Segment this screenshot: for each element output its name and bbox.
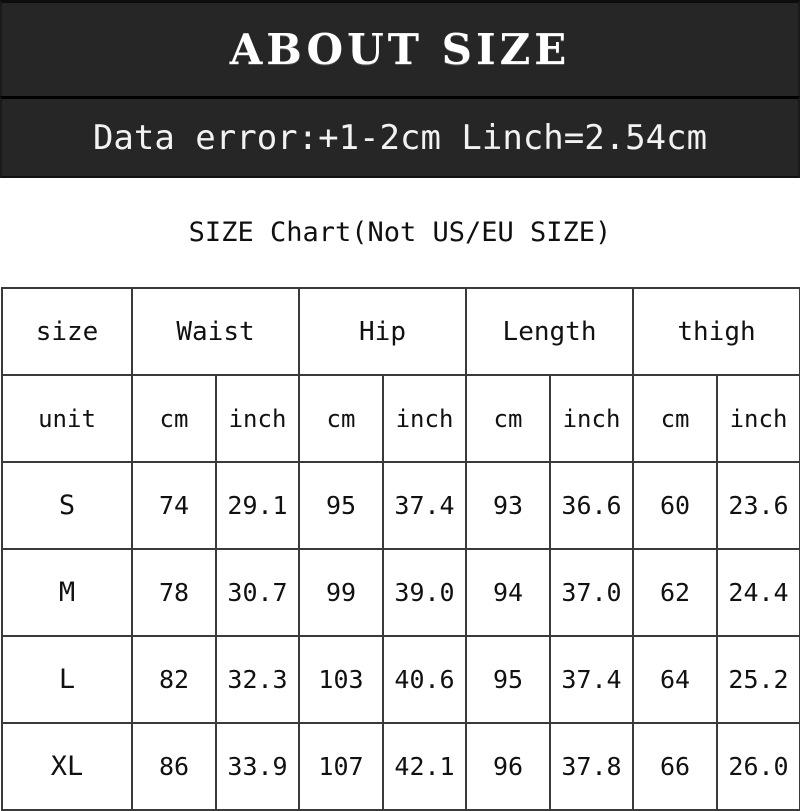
cell-waist-cm: 78 <box>131 548 217 637</box>
cell-waist-inch: 32.3 <box>215 635 300 724</box>
about-size-banner: ABOUT SIZE <box>0 0 800 96</box>
row-size-label: XL <box>1 722 133 811</box>
table-row: L 82 32.3 103 40.6 95 37.4 64 25.2 <box>1 635 800 724</box>
cell-hip-inch: 39.0 <box>382 548 467 637</box>
cell-hip-inch: 37.4 <box>382 461 467 550</box>
cell-waist-inch: 29.1 <box>215 461 300 550</box>
cell-length-cm: 94 <box>465 548 551 637</box>
cell-hip-inch: 40.6 <box>382 635 467 724</box>
table-header-row: size Waist Hip Length thigh <box>1 287 800 376</box>
size-chart-caption-text: SIZE Chart(Not US/EU SIZE) <box>188 217 612 248</box>
size-chart-caption: SIZE Chart(Not US/EU SIZE) <box>0 178 800 287</box>
cell-length-inch: 37.8 <box>548 722 635 811</box>
cell-length-cm: 95 <box>465 635 551 724</box>
cell-length-inch: 36.6 <box>548 461 635 550</box>
cell-length-cm: 96 <box>465 722 551 811</box>
unit-length-cm: cm <box>465 374 551 463</box>
page-title: ABOUT SIZE <box>229 24 571 74</box>
header-hip: Hip <box>298 287 467 376</box>
cell-thigh-inch: 24.4 <box>716 548 800 637</box>
cell-length-inch: 37.0 <box>548 548 635 637</box>
header-length: Length <box>464 287 635 376</box>
row-size-label: L <box>1 635 133 724</box>
cell-waist-inch: 30.7 <box>215 548 300 637</box>
unit-hip-cm: cm <box>298 374 384 463</box>
cell-waist-cm: 74 <box>131 461 217 550</box>
measurement-note-text: Data error:+1-2cm Linch=2.54cm <box>92 117 708 158</box>
header-size: size <box>1 287 133 376</box>
unit-hip-inch: inch <box>382 374 467 463</box>
cell-thigh-inch: 23.6 <box>716 461 800 550</box>
table-row: S 74 29.1 95 37.4 93 36.6 60 23.6 <box>1 461 800 550</box>
cell-thigh-cm: 66 <box>632 722 719 811</box>
cell-thigh-inch: 26.0 <box>716 722 800 811</box>
cell-thigh-cm: 60 <box>632 461 719 550</box>
cell-thigh-cm: 64 <box>632 635 719 724</box>
cell-length-cm: 93 <box>465 461 551 550</box>
cell-hip-inch: 42.1 <box>382 722 467 811</box>
table-unit-row: unit cm inch cm inch cm inch cm inch <box>1 374 800 463</box>
header-waist: Waist <box>131 287 300 376</box>
header-thigh: thigh <box>632 287 800 376</box>
cell-length-inch: 37.4 <box>548 635 635 724</box>
measurement-note-banner: Data error:+1-2cm Linch=2.54cm <box>0 96 800 178</box>
cell-hip-cm: 99 <box>298 548 384 637</box>
cell-thigh-cm: 62 <box>632 548 719 637</box>
row-size-label: M <box>1 548 133 637</box>
table-row: M 78 30.7 99 39.0 94 37.0 62 24.4 <box>1 548 800 637</box>
cell-waist-cm: 86 <box>131 722 217 811</box>
size-chart-page: ABOUT SIZE Data error:+1-2cm Linch=2.54c… <box>0 0 800 811</box>
cell-hip-cm: 95 <box>298 461 384 550</box>
unit-waist-inch: inch <box>215 374 300 463</box>
cell-hip-cm: 107 <box>298 722 384 811</box>
row-size-label: S <box>1 461 133 550</box>
unit-waist-cm: cm <box>131 374 217 463</box>
cell-waist-inch: 33.9 <box>215 722 300 811</box>
cell-waist-cm: 82 <box>131 635 217 724</box>
unit-label: unit <box>1 374 133 463</box>
size-chart-table: size Waist Hip Length thigh unit cm inch… <box>1 287 800 811</box>
table-row: XL 86 33.9 107 42.1 96 37.8 66 26.0 <box>1 722 800 811</box>
unit-thigh-cm: cm <box>632 374 719 463</box>
unit-thigh-inch: inch <box>716 374 800 463</box>
cell-hip-cm: 103 <box>298 635 384 724</box>
cell-thigh-inch: 25.2 <box>716 635 800 724</box>
unit-length-inch: inch <box>548 374 635 463</box>
